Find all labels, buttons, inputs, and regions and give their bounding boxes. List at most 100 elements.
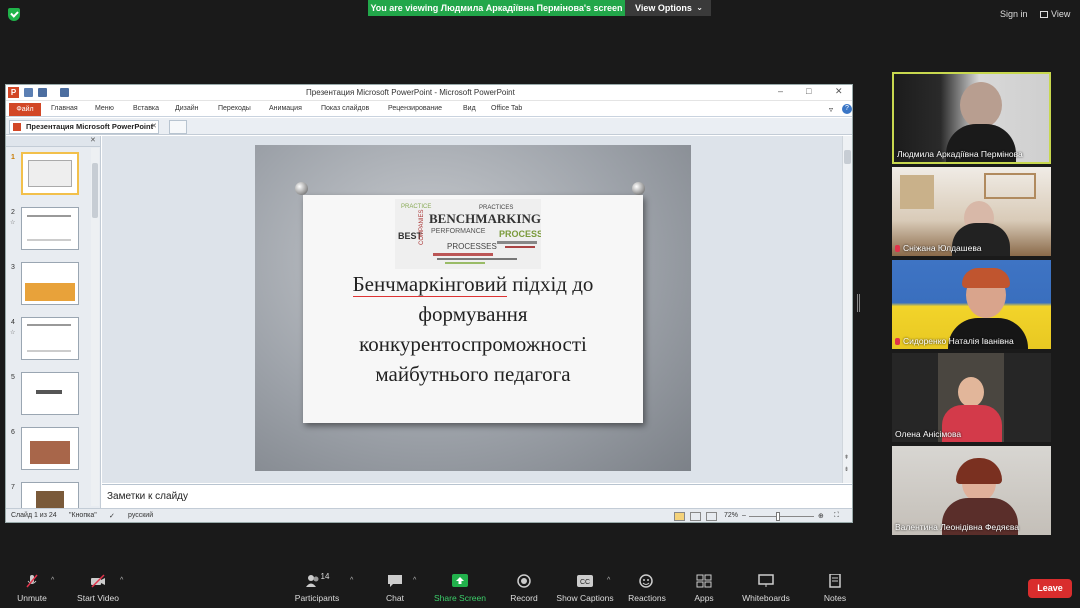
notes-label: Notes xyxy=(823,593,847,603)
leave-button[interactable]: Leave xyxy=(1028,579,1072,598)
apps-button[interactable]: Apps xyxy=(688,568,720,603)
shield-icon[interactable] xyxy=(8,8,20,21)
zoom-out-icon[interactable]: – xyxy=(742,512,746,519)
video-options-caret[interactable]: ^ xyxy=(120,577,123,584)
zoom-slider[interactable] xyxy=(749,516,814,517)
participant-tile[interactable]: Олена Анісімова xyxy=(892,353,1051,442)
document-tab-bar: Презентация Microsoft PowerPoint ✕ xyxy=(6,118,852,135)
fit-window-icon[interactable]: ⛶ xyxy=(834,512,839,520)
share-screen-button[interactable]: Share Screen xyxy=(432,568,488,603)
captions-options-caret[interactable]: ^ xyxy=(607,577,610,584)
slide-title-line1-word: Бенчмаркінговий xyxy=(352,272,507,297)
slide-thumb-1[interactable] xyxy=(21,152,79,195)
cloud-word: PROCESS xyxy=(499,229,541,239)
participants-label: Participants xyxy=(294,593,340,603)
slide-thumb-7[interactable] xyxy=(21,482,79,508)
spellcheck-icon[interactable]: ✓ xyxy=(109,512,115,520)
zoom-in-icon[interactable]: ⊕ xyxy=(818,512,824,520)
participants-button[interactable]: 14 Participants xyxy=(292,568,342,603)
panel-resize-handle[interactable] xyxy=(857,294,860,312)
notes-icon xyxy=(829,574,841,588)
chat-icon xyxy=(388,575,402,587)
slide-title-line3: конкурентоспроможності xyxy=(359,332,587,356)
language-label[interactable]: русский xyxy=(128,512,153,519)
undo-icon[interactable] xyxy=(38,88,47,97)
thumb-number: 4 xyxy=(11,319,15,326)
reactions-button[interactable]: Reactions xyxy=(626,568,668,603)
slide-thumb-2[interactable] xyxy=(21,207,79,250)
svg-text:CC: CC xyxy=(580,579,590,586)
tab-file[interactable]: Файл xyxy=(9,103,41,116)
close-pane-icon[interactable]: ✕ xyxy=(90,136,96,144)
tab-office-tab[interactable]: Office Tab xyxy=(491,105,522,112)
participant-name: Олена Анісімова xyxy=(895,429,962,439)
audio-options-caret[interactable]: ^ xyxy=(51,577,54,584)
participant-tile[interactable]: Сидоренко Наталія Іванівна xyxy=(892,260,1051,349)
unmute-button[interactable]: Unmute xyxy=(10,568,54,603)
tab-view[interactable]: Вид xyxy=(463,105,476,112)
slide-thumb-5[interactable] xyxy=(21,372,79,415)
prev-slide-icon[interactable]: ⇞ xyxy=(844,454,849,461)
thumbnail-scrollbar[interactable] xyxy=(91,148,99,506)
participants-options-caret[interactable]: ^ xyxy=(350,577,353,584)
tab-design[interactable]: Дизайн xyxy=(175,105,199,112)
powerpoint-icon: P xyxy=(8,87,19,98)
record-button[interactable]: Record xyxy=(506,568,542,603)
participants-count: 14 xyxy=(320,572,330,581)
start-video-button[interactable]: Start Video xyxy=(74,568,122,603)
share-screen-icon xyxy=(452,574,468,587)
slide-thumb-4[interactable] xyxy=(21,317,79,360)
tab-animation[interactable]: Анимация xyxy=(269,105,302,112)
tab-review[interactable]: Рецензирование xyxy=(388,105,442,112)
close-button[interactable]: ✕ xyxy=(835,86,843,97)
next-slide-icon[interactable]: ⇟ xyxy=(844,466,849,473)
tab-menu[interactable]: Меню xyxy=(95,105,114,112)
ribbon-collapse-icon[interactable]: ▿ xyxy=(829,105,833,114)
reading-view-icon[interactable] xyxy=(706,512,717,521)
view-options-button[interactable]: View Options ⌄ xyxy=(625,0,711,16)
tab-transitions[interactable]: Переходы xyxy=(218,105,251,112)
sign-in-link[interactable]: Sign in xyxy=(1000,9,1028,19)
zoom-slider-knob[interactable] xyxy=(776,512,780,521)
chat-options-caret[interactable]: ^ xyxy=(413,577,416,584)
zoom-level[interactable]: 72% xyxy=(724,512,738,519)
slide-thumb-6[interactable] xyxy=(21,427,79,470)
normal-view-icon[interactable] xyxy=(674,512,685,521)
show-captions-button[interactable]: CC Show Captions xyxy=(555,568,615,603)
reactions-label: Reactions xyxy=(628,593,666,603)
slide-thumb-3[interactable] xyxy=(21,262,79,305)
thumb-number: 6 xyxy=(11,429,15,436)
cloud-word: PROCESSES xyxy=(447,242,497,251)
tab-slideshow[interactable]: Показ слайдов xyxy=(321,105,369,112)
participant-tile[interactable]: Валентина Леонідівна Федяєва xyxy=(892,446,1051,535)
save-icon[interactable] xyxy=(24,88,33,97)
participant-tile[interactable]: Людмила Аркадіївна Пермінова xyxy=(892,72,1051,164)
whiteboards-button[interactable]: Whiteboards xyxy=(738,568,794,603)
view-button[interactable]: View xyxy=(1040,9,1070,19)
pushpin-icon xyxy=(632,182,645,195)
close-tab-icon[interactable]: ✕ xyxy=(151,121,157,133)
participant-tile[interactable]: Сніжана Юлдашева xyxy=(892,167,1051,256)
new-tab-button[interactable] xyxy=(169,120,187,134)
animation-star-icon: ☆ xyxy=(10,330,16,336)
notes-field[interactable]: Заметки к слайду xyxy=(102,484,852,508)
slide-scrollbar[interactable]: ⇞ ⇟ xyxy=(842,136,852,483)
sorter-view-icon[interactable] xyxy=(690,512,701,521)
benchmarking-word-cloud: PRACTICE PRACTICES BENCHMARKING BEST COM… xyxy=(395,199,541,269)
redo-icon[interactable] xyxy=(60,88,69,97)
apps-icon xyxy=(696,574,712,588)
tab-home[interactable]: Главная xyxy=(51,105,78,112)
notes-button[interactable]: Notes xyxy=(818,568,852,603)
view-label: View xyxy=(1051,9,1071,19)
pushpin-icon xyxy=(295,182,308,195)
participant-name: Сидоренко Наталія Іванівна xyxy=(895,336,1014,346)
maximize-button[interactable]: □ xyxy=(806,86,811,96)
tab-insert[interactable]: Вставка xyxy=(133,105,159,112)
help-icon[interactable]: ? xyxy=(842,104,852,114)
chat-button[interactable]: Chat xyxy=(378,568,412,603)
whiteboards-label: Whiteboards xyxy=(742,593,790,603)
document-tab[interactable]: Презентация Microsoft PowerPoint ✕ xyxy=(9,120,159,134)
current-slide[interactable]: PRACTICE PRACTICES BENCHMARKING BEST COM… xyxy=(255,145,691,471)
minimize-button[interactable]: – xyxy=(778,86,783,96)
start-video-label: Start Video xyxy=(77,593,119,603)
